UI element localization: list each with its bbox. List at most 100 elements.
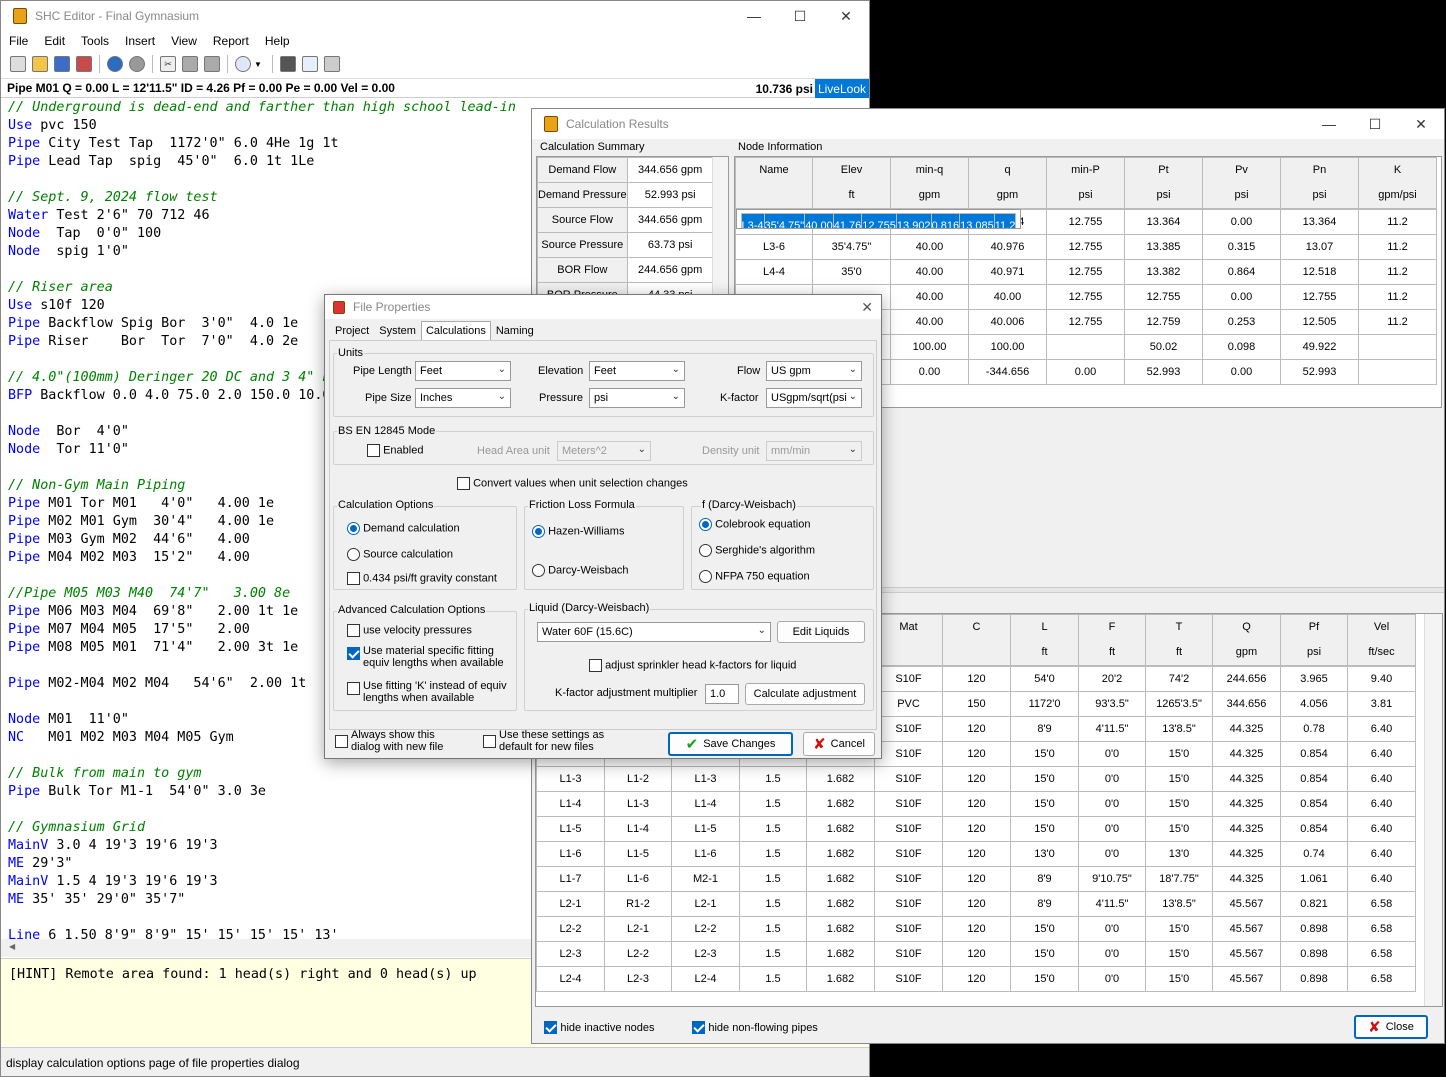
cut-icon[interactable]: ✂ xyxy=(160,56,176,72)
tab-system[interactable]: System xyxy=(374,321,421,341)
column-header[interactable]: Kgpm/psi xyxy=(1358,157,1437,209)
material-fitting-checkbox[interactable] xyxy=(347,647,360,660)
column-header[interactable]: Pn psi xyxy=(1280,157,1359,209)
column-header[interactable]: C xyxy=(942,614,1011,666)
gravity-option[interactable]: 0.434 psi/ft gravity constant xyxy=(347,572,497,585)
column-header[interactable]: Tft xyxy=(1145,614,1213,666)
save-icon[interactable] xyxy=(54,56,70,72)
timer-dropdown-icon[interactable]: ▼ xyxy=(254,60,262,69)
use-default-option[interactable]: Use these settings as default for new fi… xyxy=(483,729,633,753)
summary-grid[interactable]: Demand Flow 344.656 gpm Demand Pressure 52.… xyxy=(536,156,729,298)
liquid-select[interactable]: Water 60F (15.6C) ⌄ xyxy=(537,622,771,642)
close-button[interactable]: ✘ Close xyxy=(1354,1015,1428,1039)
pressure-select[interactable]: psi ⌄ xyxy=(589,388,685,408)
always-show-checkbox[interactable] xyxy=(335,735,348,748)
menu-item[interactable]: Tools xyxy=(73,34,117,48)
darcy-radio[interactable] xyxy=(532,564,545,577)
menu-item[interactable]: Report xyxy=(205,34,257,48)
summary-value-cell[interactable]: 63.73 psi xyxy=(626,232,714,258)
column-header[interactable]: Pv psi xyxy=(1202,157,1281,209)
fitting-k-checkbox[interactable] xyxy=(347,682,360,695)
kmult-input[interactable]: 1.0 xyxy=(705,684,739,704)
enabled-option[interactable]: Enabled xyxy=(367,444,423,457)
edit-liquids-button[interactable]: Edit Liquids xyxy=(777,621,865,643)
flow-select[interactable]: US gpm ⌄ xyxy=(766,361,862,381)
material-fitting-option[interactable]: Use material specific fitting equiv leng… xyxy=(347,645,517,669)
summary-value-cell[interactable]: 344.656 gpm xyxy=(626,207,714,233)
column-header[interactable]: Mat xyxy=(874,614,943,666)
maximize-icon[interactable]: ☐ xyxy=(777,1,823,31)
node-row[interactable]: L3-6 35'4.75" 40.00 40.976 12.755 13.385 0.315… xyxy=(735,234,1437,260)
gravity-checkbox[interactable] xyxy=(347,572,360,585)
summary-value-cell[interactable]: 344.656 gpm xyxy=(626,157,714,183)
save-changes-button[interactable]: ✔ Save Changes xyxy=(668,732,793,756)
source-option[interactable]: Source calculation xyxy=(347,548,453,561)
darcy-option[interactable]: Darcy-Weisbach xyxy=(532,564,629,577)
pipe-row[interactable]: L1-5 L1-4 L1-5 1.5 1.682 S10F 120 15'0 0'0 15'0 44… xyxy=(536,816,1416,842)
close-icon[interactable]: ✕ xyxy=(1398,109,1444,139)
velocity-checkbox[interactable] xyxy=(347,624,360,637)
column-header[interactable]: Pt psi xyxy=(1124,157,1203,209)
node-row[interactable]: L4-4 35'0 40.00 40.971 12.755 13.382 0.864 12.5… xyxy=(735,259,1437,285)
density-select[interactable]: mm/min ⌄ xyxy=(766,441,862,461)
source-radio[interactable] xyxy=(347,548,360,561)
menu-item[interactable]: Edit xyxy=(36,34,73,48)
save-as-icon[interactable] xyxy=(76,56,92,72)
close-icon[interactable]: ✕ xyxy=(823,1,869,31)
colebrook-option[interactable]: Colebrook equation xyxy=(699,518,810,531)
tab-naming[interactable]: Naming xyxy=(491,321,539,341)
nfpa-option[interactable]: NFPA 750 equation xyxy=(699,570,810,583)
menu-item[interactable]: View xyxy=(163,34,205,48)
pipe-row[interactable]: L1-4 L1-3 L1-4 1.5 1.682 S10F 120 15'0 0'0 15'0 44… xyxy=(536,791,1416,817)
pipe-row[interactable]: L1-3 L1-2 L1-3 1.5 1.682 S10F 120 15'0 0'0 15'0 44… xyxy=(536,766,1416,792)
serghide-option[interactable]: Serghide's algorithm xyxy=(699,544,815,557)
pipe-size-select[interactable]: Inches ⌄ xyxy=(415,388,511,408)
node-row[interactable]: L3-4 35'4.75" 40.00 41.76 12.755 13.902 0.816 1… xyxy=(735,209,1022,229)
menu-item[interactable]: File xyxy=(1,34,36,48)
hazen-option[interactable]: Hazen-Williams xyxy=(532,525,624,538)
hide-inactive-option[interactable]: hide inactive nodes xyxy=(544,1020,655,1035)
column-header[interactable]: Name xyxy=(735,157,813,209)
minimize-icon[interactable]: — xyxy=(1306,109,1352,139)
timer-icon[interactable] xyxy=(235,56,251,72)
pipe-row[interactable]: L2-4 L2-3 L2-4 1.5 1.682 S10F 120 15'0 0'0 15'0 45… xyxy=(536,966,1416,992)
pipe-length-select[interactable]: Feet ⌄ xyxy=(415,361,511,381)
pipe-row[interactable]: L2-2 L2-1 L2-2 1.5 1.682 S10F 120 15'0 0'0 15'0 45… xyxy=(536,916,1416,942)
demand-option[interactable]: Demand calculation xyxy=(347,522,460,535)
demand-radio[interactable] xyxy=(347,522,360,535)
scroll-left-icon[interactable]: ◀ xyxy=(9,942,15,951)
minimize-icon[interactable]: — xyxy=(731,1,777,31)
tab-project[interactable]: Project xyxy=(330,321,374,341)
kfactor-select[interactable]: USgpm/sqrt(psi ⌄ xyxy=(766,388,862,408)
summary-scrollbar[interactable] xyxy=(712,157,728,297)
enabled-checkbox[interactable] xyxy=(367,444,380,457)
copy-icon[interactable] xyxy=(182,56,198,72)
column-header[interactable]: Lft xyxy=(1010,614,1079,666)
editor-titlebar[interactable]: SHC Editor - Final Gymnasium — ☐ ✕ xyxy=(1,1,869,31)
print-icon[interactable] xyxy=(323,56,340,72)
serghide-radio[interactable] xyxy=(699,544,712,557)
column-header[interactable]: min-q gpm xyxy=(890,157,969,209)
tab-calculations[interactable]: Calculations xyxy=(420,321,491,341)
preview-icon[interactable] xyxy=(301,56,318,72)
pipe-scrollbar[interactable] xyxy=(1424,614,1442,1006)
open-folder-icon[interactable] xyxy=(32,56,48,72)
hide-nonflowing-checkbox[interactable] xyxy=(692,1021,705,1035)
use-default-checkbox[interactable] xyxy=(483,735,496,748)
adjust-k-checkbox[interactable] xyxy=(589,659,602,672)
calculator-icon[interactable] xyxy=(279,56,296,72)
menu-item[interactable]: Insert xyxy=(117,34,163,48)
column-header[interactable]: Qgpm xyxy=(1212,614,1281,666)
calculate-adjustment-button[interactable]: Calculate adjustment xyxy=(745,683,865,705)
pipe-row[interactable]: L1-6 L1-5 L1-6 1.5 1.682 S10F 120 13'0 0'0 13'0 44… xyxy=(536,841,1416,867)
undo-icon[interactable] xyxy=(107,56,123,72)
summary-value-cell[interactable]: 52.993 psi xyxy=(626,182,714,208)
velocity-option[interactable]: use velocity pressures xyxy=(347,624,472,637)
convert-option[interactable]: Convert values when unit selection chang… xyxy=(457,477,688,490)
pipe-row[interactable]: L1-7 L1-6 M2-1 1.5 1.682 S10F 120 8'9 9'10.75" 18… xyxy=(536,866,1416,892)
column-header[interactable]: Vel ft/sec xyxy=(1347,614,1416,666)
dialog-titlebar[interactable]: File Properties ✕ xyxy=(325,295,881,319)
column-header[interactable]: q gpm xyxy=(968,157,1047,209)
results-titlebar[interactable]: Calculation Results — ☐ ✕ xyxy=(532,109,1444,139)
pipe-row[interactable]: L2-1 R1-2 L2-1 1.5 1.682 S10F 120 8'9 4'11.5" 13'… xyxy=(536,891,1416,917)
